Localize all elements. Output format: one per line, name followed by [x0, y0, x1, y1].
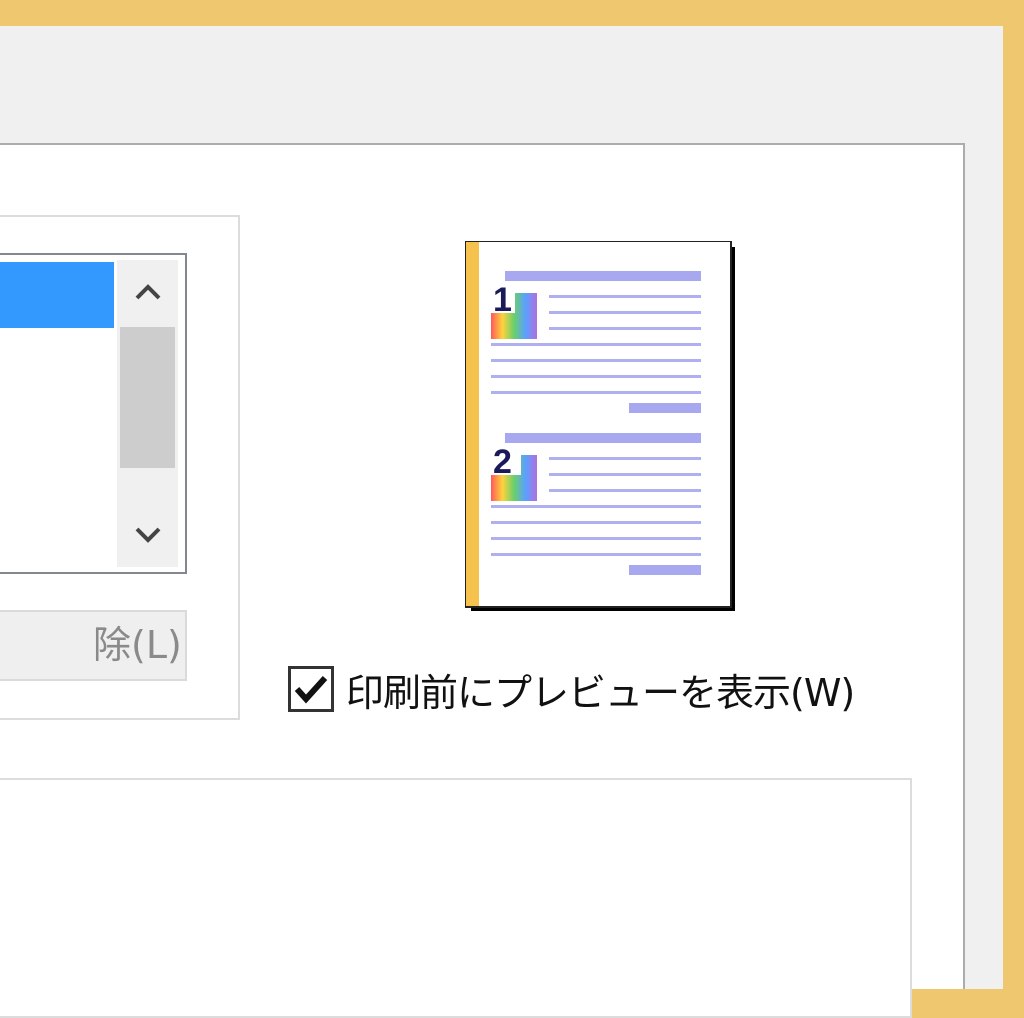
vertical-scrollbar[interactable]: [117, 260, 178, 567]
checkmark-icon: [294, 675, 328, 704]
profile-listbox[interactable]: [0, 253, 187, 574]
scroll-up-button[interactable]: [117, 260, 178, 324]
page-number-2: 2: [493, 443, 512, 481]
show-preview-checkbox[interactable]: [288, 666, 334, 712]
show-preview-option[interactable]: 印刷前にプレビューを表示(W): [288, 662, 855, 717]
show-preview-label[interactable]: 印刷前にプレビューを表示(W): [346, 662, 855, 717]
chevron-down-icon: [135, 527, 160, 543]
scroll-thumb[interactable]: [120, 327, 175, 468]
chevron-up-icon: [135, 284, 160, 300]
page-number-1: 1: [493, 281, 512, 319]
delete-button[interactable]: 除(L): [0, 610, 187, 681]
scroll-down-button[interactable]: [117, 503, 178, 567]
print-preview-thumbnail: 1 2: [464, 240, 735, 611]
selected-list-item[interactable]: [0, 262, 114, 328]
lower-group-box: [0, 778, 912, 1018]
delete-button-label: 除(L): [93, 623, 182, 667]
